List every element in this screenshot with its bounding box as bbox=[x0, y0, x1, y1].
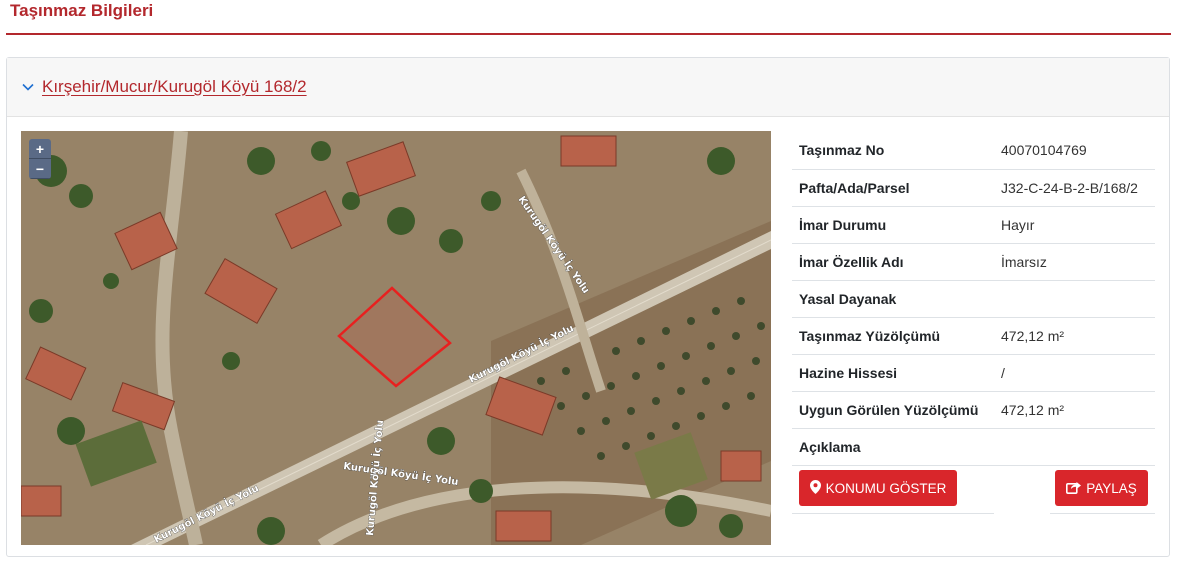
table-row: İmar Durumu Hayır bbox=[792, 206, 1155, 244]
show-location-label: KONUMU GÖSTER bbox=[825, 480, 947, 496]
info-key: İmar Özellik Adı bbox=[792, 243, 994, 281]
chevron-down-icon[interactable] bbox=[21, 80, 35, 94]
share-icon bbox=[1066, 480, 1082, 497]
table-row: Yasal Dayanak bbox=[792, 280, 1155, 318]
title-divider bbox=[6, 33, 1171, 35]
info-value: İmarsız bbox=[994, 243, 1155, 281]
property-card: Kırşehir/Mucur/Kurugöl Köyü 168/2 Kurugö… bbox=[6, 57, 1170, 557]
info-value: 40070104769 bbox=[994, 132, 1155, 170]
page-title: Taşınmaz Bilgileri bbox=[10, 1, 154, 20]
info-key: Uygun Görülen Yüzölçümü bbox=[792, 391, 994, 429]
info-value: J32-C-24-B-2-B/168/2 bbox=[994, 169, 1155, 207]
show-location-button[interactable]: KONUMU GÖSTER bbox=[799, 470, 957, 506]
info-key: Taşınmaz Yüzölçümü bbox=[792, 317, 994, 355]
info-value bbox=[994, 428, 1155, 466]
info-key: Taşınmaz No bbox=[792, 132, 994, 170]
property-location-link[interactable]: Kırşehir/Mucur/Kurugöl Köyü 168/2 bbox=[42, 77, 307, 97]
table-row: Hazine Hissesi / bbox=[792, 354, 1155, 392]
info-key: Pafta/Ada/Parsel bbox=[792, 169, 994, 207]
share-label: PAYLAŞ bbox=[1086, 480, 1137, 496]
share-button[interactable]: PAYLAŞ bbox=[1055, 470, 1148, 506]
row-divider bbox=[792, 513, 994, 514]
info-value: 472,12 m² bbox=[994, 317, 1155, 355]
info-key: Hazine Hissesi bbox=[792, 354, 994, 392]
table-row: Uygun Görülen Yüzölçümü 472,12 m² bbox=[792, 391, 1155, 429]
zoom-in-button[interactable]: + bbox=[29, 139, 51, 159]
property-info-table: Taşınmaz No 40070104769 Pafta/Ada/Parsel J… bbox=[792, 132, 1155, 466]
info-key: İmar Durumu bbox=[792, 206, 994, 244]
info-value bbox=[994, 280, 1155, 318]
zoom-out-button[interactable]: − bbox=[29, 159, 51, 179]
info-value: / bbox=[994, 354, 1155, 392]
table-row: Pafta/Ada/Parsel J32-C-24-B-2-B/168/2 bbox=[792, 169, 1155, 207]
info-key: Açıklama bbox=[792, 428, 994, 466]
table-row: Taşınmaz No 40070104769 bbox=[792, 132, 1155, 170]
info-value: Hayır bbox=[994, 206, 1155, 244]
table-row: İmar Özellik Adı İmarsız bbox=[792, 243, 1155, 281]
table-row: Açıklama bbox=[792, 428, 1155, 466]
zoom-control: + − bbox=[29, 139, 51, 179]
satellite-map[interactable]: Kurugöl Köyü İç Yolu Kurugöl Köyü İç Yol… bbox=[21, 131, 771, 545]
info-key: Yasal Dayanak bbox=[792, 280, 994, 318]
action-buttons: KONUMU GÖSTER PAYLAŞ bbox=[792, 462, 1155, 514]
card-header[interactable]: Kırşehir/Mucur/Kurugöl Köyü 168/2 bbox=[7, 58, 1169, 117]
info-value: 472,12 m² bbox=[994, 391, 1155, 429]
row-divider bbox=[1050, 513, 1155, 514]
map-imagery: Kurugöl Köyü İç Yolu Kurugöl Köyü İç Yol… bbox=[21, 131, 771, 545]
table-row: Taşınmaz Yüzölçümü 472,12 m² bbox=[792, 317, 1155, 355]
map-marker-icon bbox=[809, 479, 821, 497]
